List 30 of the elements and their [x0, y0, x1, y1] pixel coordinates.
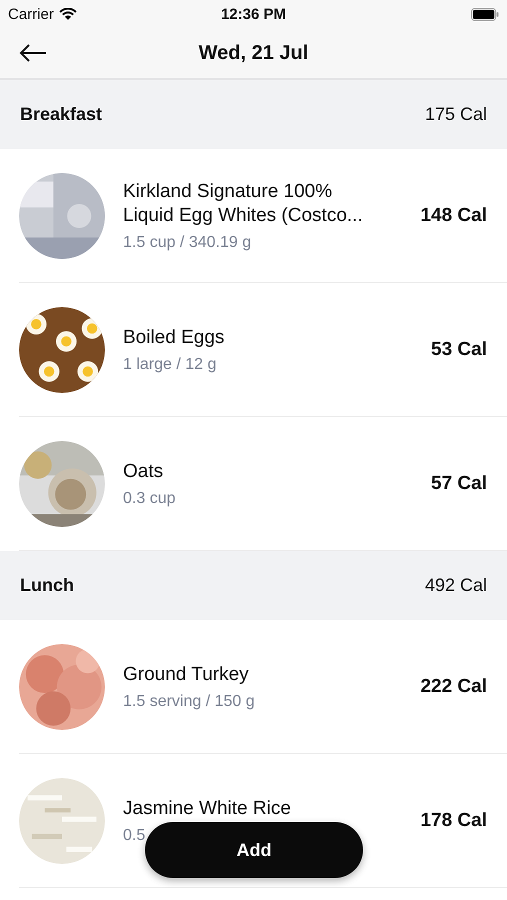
food-name: Oats — [123, 460, 164, 484]
food-amount: 1.5 cup / 340.19 g — [123, 234, 252, 252]
carrier-name: Carrier — [8, 6, 54, 22]
add-button[interactable]: Add — [145, 822, 363, 878]
meal-calories: 175 Cal — [424, 104, 487, 125]
food-amount: 1 large / 12 g — [123, 356, 216, 374]
food-calories: 222 Cal — [420, 676, 487, 698]
food-name: Ground Turkey — [123, 662, 249, 686]
food-calories: 148 Cal — [420, 204, 487, 226]
food-calories: 57 Cal — [431, 472, 487, 494]
food-calories: 178 Cal — [420, 810, 487, 832]
food-item[interactable]: Kirkland Signature 100% Liquid Egg Whites (Costco... 1.5 cup / 340.19 g 148 Cal — [19, 149, 507, 283]
food-item[interactable]: Oats 0.3 cup 57 Cal — [19, 417, 507, 551]
back-arrow-icon[interactable] — [19, 43, 47, 63]
food-name: Jasmine White Rice — [123, 796, 291, 820]
food-amount: 0.5 — [123, 826, 146, 844]
screen-title: Wed, 21 Jul — [198, 42, 308, 64]
wifi-icon — [58, 8, 77, 20]
meal-calories: 492 Cal — [424, 575, 487, 596]
battery-icon — [471, 8, 499, 20]
food-amount: 0.3 cup — [123, 490, 176, 508]
food-item[interactable]: Ground Turkey 1.5 serving / 150 g 222 Cal — [19, 620, 507, 754]
food-name: Kirkland Signature 100% Liquid Egg Whites (Costco... — [123, 180, 364, 228]
food-amount: 1.5 serving / 150 g — [123, 692, 255, 710]
food-item[interactable]: Boiled Eggs 1 large / 12 g 53 Cal — [19, 283, 507, 417]
meal-name: Lunch — [20, 575, 74, 596]
food-name: Boiled Eggs — [123, 326, 224, 350]
meal-name: Breakfast — [20, 104, 102, 125]
food-calories: 53 Cal — [431, 338, 487, 360]
status-time: 12:36 PM — [220, 6, 286, 22]
